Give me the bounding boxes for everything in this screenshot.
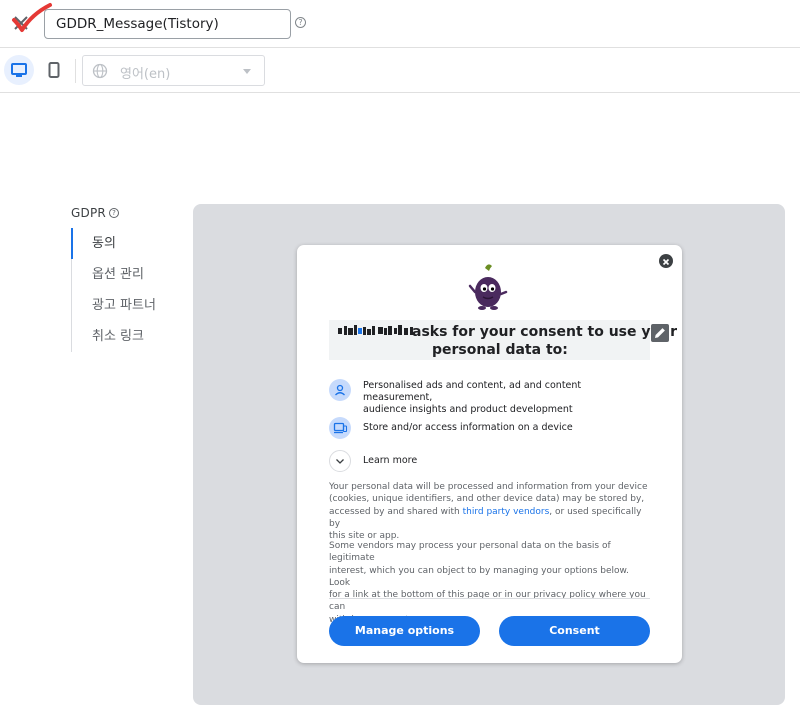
message-nav: 동의 옵션 관리 광고 파트너 취소 링크: [71, 228, 171, 352]
nav-title: GDPR: [71, 206, 106, 220]
nav-item-revocation-link[interactable]: 취소 링크: [72, 321, 171, 352]
preview-toolbar: 영어(en): [0, 49, 800, 93]
consent-dialog: asks for your consent to use your person…: [297, 245, 682, 663]
toolbar-divider: [75, 59, 76, 83]
person-icon: [329, 379, 351, 401]
redacted-site-name: [338, 325, 413, 335]
pencil-icon: [655, 328, 665, 338]
headline-line-1: asks for your consent to use your: [412, 324, 677, 340]
globe-icon: [92, 63, 108, 79]
chevron-down-icon[interactable]: [329, 450, 351, 472]
mobile-icon: [48, 62, 60, 78]
top-bar: ?: [0, 0, 800, 48]
dialog-headline: asks for your consent to use your person…: [329, 320, 677, 360]
purpose-text: Personalised ads and content, ad and con…: [363, 380, 582, 415]
edit-headline-button[interactable]: [651, 324, 669, 342]
legal-paragraph-1: Your personal data will be processed and…: [329, 482, 648, 542]
purpose-text: Store and/or access information on a dev…: [363, 422, 573, 433]
dropdown-caret-icon: [243, 69, 251, 74]
learn-more-label[interactable]: Learn more: [363, 455, 417, 467]
dialog-divider: [329, 598, 650, 599]
headline-line-2: personal data to:: [432, 342, 568, 358]
nav-item-manage-options[interactable]: 옵션 관리: [72, 259, 171, 290]
consent-button[interactable]: Consent: [499, 616, 650, 646]
desktop-view-button[interactable]: [4, 55, 34, 85]
dialog-close-button[interactable]: [659, 254, 673, 268]
nav-item-ad-partners[interactable]: 광고 파트너: [72, 290, 171, 321]
desktop-icon: [11, 63, 27, 77]
nav-help-icon[interactable]: ?: [109, 208, 119, 218]
third-party-vendors-link[interactable]: third party vendors: [463, 507, 550, 517]
help-icon[interactable]: ?: [295, 17, 306, 28]
language-value: 영어(en): [120, 67, 171, 82]
legal-paragraph-2: Some vendors may process your personal d…: [329, 541, 646, 625]
device-icon: [329, 417, 351, 439]
language-select[interactable]: 영어(en): [82, 55, 265, 86]
mobile-view-button[interactable]: [39, 55, 69, 85]
manage-options-button[interactable]: Manage options: [329, 616, 480, 646]
nav-item-consent[interactable]: 동의: [71, 228, 171, 259]
message-name-input[interactable]: [44, 9, 291, 39]
close-icon: [662, 258, 670, 266]
eggplant-mascot-logo: [468, 264, 508, 310]
